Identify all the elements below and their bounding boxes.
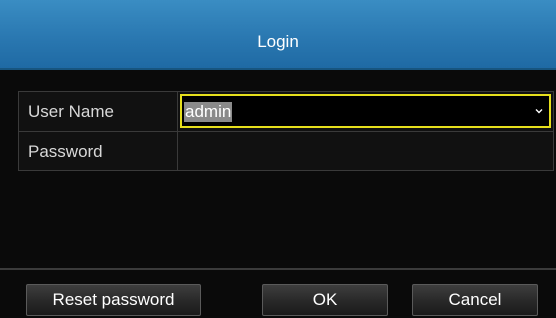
login-dialog: Login User Name admin Password Reset pas… — [0, 0, 556, 318]
cancel-button[interactable]: Cancel — [412, 284, 538, 316]
password-row: Password — [19, 132, 553, 171]
user-name-value: admin — [184, 102, 233, 122]
title-bar: Login — [0, 0, 556, 70]
user-name-select[interactable]: admin — [180, 94, 551, 128]
button-divider — [0, 268, 556, 270]
reset-password-button[interactable]: Reset password — [26, 284, 201, 316]
dialog-title: Login — [257, 32, 299, 51]
user-name-field: admin — [179, 92, 553, 131]
dialog-body: User Name admin Password Reset password … — [0, 70, 556, 318]
password-label: Password — [19, 132, 178, 171]
ok-button[interactable]: OK — [262, 284, 388, 316]
password-field — [179, 132, 553, 171]
login-form: User Name admin Password — [18, 91, 554, 171]
password-input[interactable] — [179, 132, 553, 171]
user-name-label: User Name — [19, 92, 178, 131]
chevron-down-icon[interactable] — [535, 107, 543, 115]
user-name-row: User Name admin — [19, 92, 553, 132]
